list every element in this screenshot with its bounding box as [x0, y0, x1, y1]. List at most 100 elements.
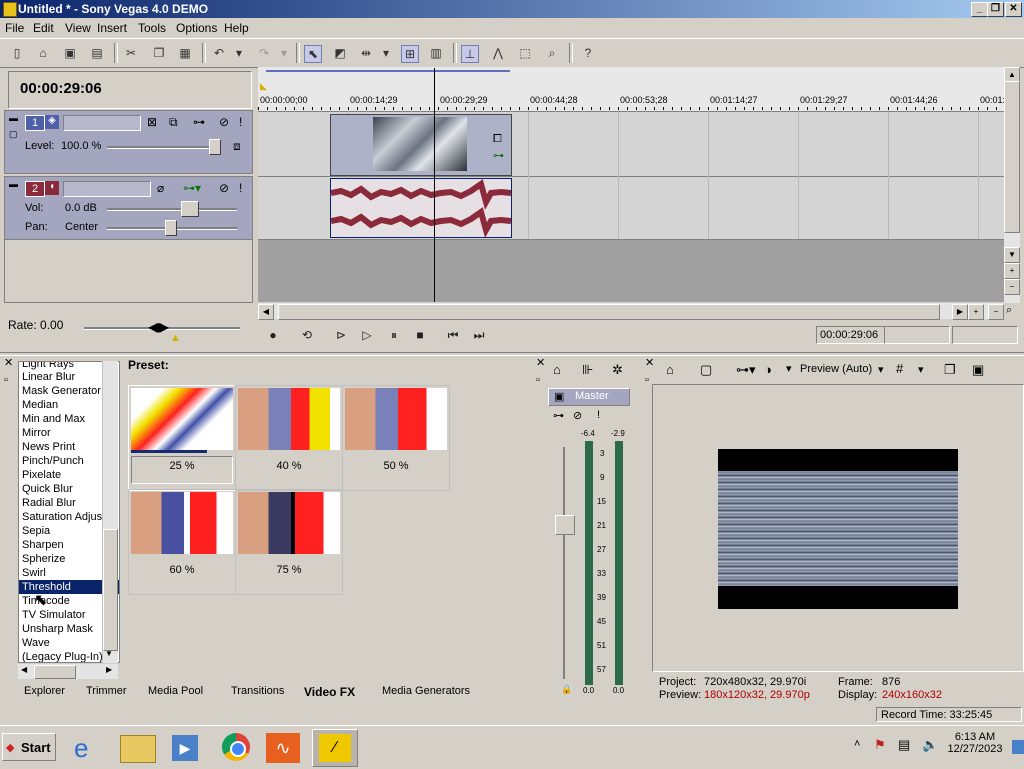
undo-dropdown-icon[interactable]: ▾	[234, 45, 244, 61]
horizontal-scroll-thumb[interactable]	[278, 304, 940, 320]
fader-lock-icon[interactable]: 🔒	[561, 684, 572, 695]
zoom-in-vertical-icon[interactable]: +	[1004, 263, 1020, 279]
overlays-icon[interactable]: ◑	[764, 362, 772, 377]
snapping-icon[interactable]: ⊥	[461, 45, 479, 63]
close-pane-icon[interactable]: ✕	[536, 356, 545, 369]
level-slider[interactable]	[107, 146, 219, 149]
audio-event[interactable]	[330, 178, 512, 238]
expand-track-icon[interactable]: ▢	[9, 129, 18, 140]
master-solo-icon[interactable]: !	[597, 409, 600, 421]
split-icon[interactable]: ⋀	[490, 45, 506, 61]
cut-icon[interactable]: ✂	[123, 45, 139, 61]
volume-icon[interactable]: 🔈	[922, 737, 938, 753]
pause-icon[interactable]: ⏸	[385, 327, 403, 343]
new-icon[interactable]: ▯	[9, 45, 25, 61]
tab-explorer[interactable]: Explorer	[24, 685, 65, 697]
copy-icon[interactable]: ❐	[151, 45, 167, 61]
master-fader-track[interactable]	[563, 447, 565, 679]
action-center-icon[interactable]: ⚑	[874, 737, 886, 753]
go-to-end-icon[interactable]: ⏭	[470, 327, 488, 343]
minimize-button[interactable]: _	[971, 2, 988, 17]
quality-dropdown-icon[interactable]: ▾	[878, 363, 884, 376]
selection-tool-icon[interactable]: ⇹	[358, 45, 374, 61]
track-fx-icon[interactable]: ⧈	[233, 139, 241, 154]
mute-track-icon[interactable]: ⊘	[219, 181, 229, 195]
preset-75-percent[interactable]: 75 %	[235, 489, 343, 595]
zoom-tool-small-icon[interactable]: ⌕	[1006, 304, 1012, 317]
file-explorer-icon[interactable]	[116, 729, 160, 765]
solo-track-icon[interactable]: !	[239, 115, 242, 129]
timeline-ruler[interactable]: ◣ 00:00:00;00 00:00:14;29 00:00:29;29 00…	[258, 67, 1010, 112]
track-motion-icon[interactable]: ⧉	[169, 115, 178, 130]
mute-track-icon[interactable]: ⊘	[219, 115, 229, 129]
composite-mode-icon[interactable]: ⊶	[193, 115, 205, 129]
internet-explorer-icon[interactable]: e	[66, 729, 110, 765]
chrome-icon[interactable]	[214, 729, 258, 765]
scroll-right-icon[interactable]: ▶	[952, 304, 968, 320]
video-event[interactable]: ⧠ ⊶	[330, 114, 512, 176]
track-name-field[interactable]	[63, 181, 151, 197]
normal-edit-tool-icon[interactable]: ⬉	[304, 45, 322, 63]
menu-edit[interactable]: Edit	[33, 21, 54, 35]
envelope-tool-icon[interactable]: ◩	[332, 45, 348, 61]
auto-ripple-icon[interactable]: ⊞	[401, 45, 419, 63]
show-desktop-button[interactable]	[1012, 740, 1024, 754]
preset-40-percent[interactable]: 40 %	[235, 385, 343, 491]
record-icon[interactable]: ●	[264, 327, 282, 343]
solo-track-icon[interactable]: !	[239, 181, 242, 195]
preset-60-percent[interactable]: 60 %	[128, 489, 236, 595]
selection-dropdown-icon[interactable]: ▾	[381, 45, 391, 61]
timeline-vertical-scrollbar[interactable]: ▲ ▼ + −	[1004, 67, 1020, 303]
master-fader-thumb[interactable]	[555, 515, 575, 535]
tab-media-pool[interactable]: Media Pool	[148, 685, 203, 697]
rate-slider-thumb[interactable]: ◀▮▶	[148, 320, 169, 334]
minimize-track-icon[interactable]: ▬	[9, 179, 18, 189]
fx-list-vertical-scrollbar[interactable]: ▼	[102, 361, 118, 663]
pin-pane-icon[interactable]: ▫	[536, 374, 540, 386]
fx-list-scroll-thumb[interactable]	[103, 529, 118, 651]
open-icon[interactable]: ⌂	[35, 45, 51, 61]
fx-list-hscroll-thumb[interactable]	[34, 665, 76, 679]
go-to-start-icon[interactable]: ⏮	[444, 327, 462, 343]
track-name-field[interactable]	[63, 115, 141, 131]
loop-playback-icon[interactable]: ⟲	[298, 327, 316, 343]
tab-video-fx[interactable]: Video FX	[304, 685, 355, 699]
restore-button[interactable]: ❐	[987, 2, 1004, 17]
event-fx-icon[interactable]: ⊶	[493, 149, 504, 162]
trim-start-icon[interactable]: ⬚	[517, 45, 533, 61]
preview-quality[interactable]: Preview (Auto)	[800, 363, 872, 375]
grid-dropdown-icon[interactable]: ▾	[918, 363, 924, 376]
menu-tools[interactable]: Tools	[138, 21, 166, 35]
scroll-left-icon[interactable]: ◀	[21, 665, 27, 674]
timeline-track-area[interactable]: ⧠ ⊶	[258, 112, 1020, 302]
pin-pane-icon[interactable]: ▫	[4, 374, 8, 386]
pan-slider-thumb[interactable]	[165, 220, 177, 236]
show-hidden-icons[interactable]: ˄	[854, 738, 860, 750]
zoom-out-vertical-icon[interactable]: −	[1004, 279, 1020, 295]
save-snapshot-icon[interactable]: ▣	[972, 362, 984, 378]
video-track-header[interactable]: 1 ◈ ⊠ ⧉ ⊶ ⊘ ! Level: 100.0 % ⧈ ▬ ▢	[4, 110, 253, 174]
tab-trimmer[interactable]: Trimmer	[86, 685, 127, 697]
menu-insert[interactable]: Insert	[97, 21, 127, 35]
grid-overlay-icon[interactable]: #	[896, 361, 903, 376]
scroll-right-icon[interactable]: ▶	[106, 665, 112, 674]
menu-help[interactable]: Help	[224, 21, 249, 35]
vertical-scroll-thumb[interactable]	[1004, 81, 1020, 233]
event-pan-crop-icon[interactable]: ⧠	[493, 133, 502, 146]
play-from-start-icon[interactable]: ⊳	[332, 327, 350, 343]
zoom-in-time-icon[interactable]: +	[968, 304, 984, 320]
save-as-icon[interactable]: ▤	[89, 45, 105, 61]
preset-50-percent[interactable]: 50 %	[342, 385, 450, 491]
mute-fx-icon[interactable]: ⊠	[147, 115, 157, 129]
preset-25-percent[interactable]: 25 %	[128, 385, 236, 491]
vol-slider[interactable]	[107, 208, 237, 211]
menu-file[interactable]: File	[5, 21, 24, 35]
invert-phase-icon[interactable]: ⌀	[157, 181, 164, 195]
network-icon[interactable]: ▤	[898, 737, 910, 753]
tab-transitions[interactable]: Transitions	[231, 685, 284, 697]
master-bus-header[interactable]: ▣ Master	[548, 388, 630, 406]
scroll-down-icon[interactable]: ▼	[105, 649, 113, 658]
scroll-left-icon[interactable]: ◀	[258, 304, 274, 320]
undo-icon[interactable]: ↶	[211, 45, 227, 61]
zoom-tool-icon[interactable]: ⌕	[544, 45, 560, 61]
